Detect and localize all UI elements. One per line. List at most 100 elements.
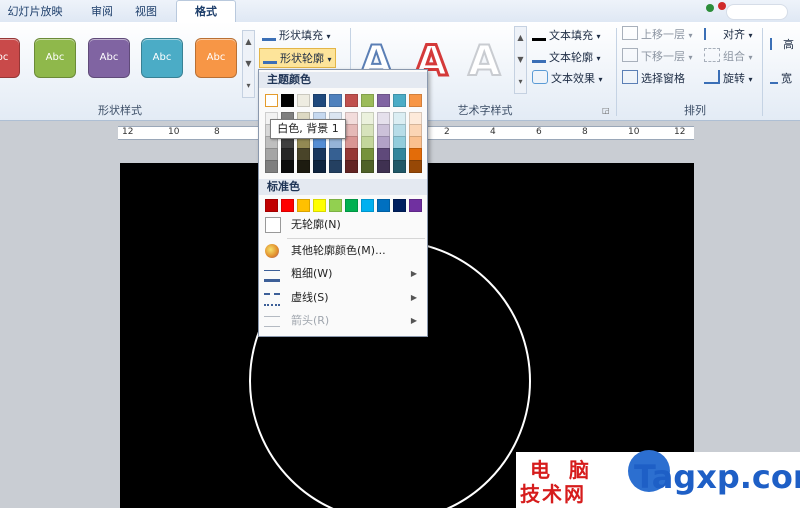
ribbon-separator bbox=[616, 28, 617, 116]
standard-colors-header: 标准色 bbox=[259, 179, 427, 195]
group-label-shape-styles: 形状样式 bbox=[98, 104, 142, 117]
theme-color-shade-cell[interactable] bbox=[313, 160, 326, 173]
theme-color-cell[interactable] bbox=[345, 94, 358, 107]
theme-color-cell[interactable] bbox=[329, 94, 342, 107]
scroll-up-icon[interactable]: ▲ bbox=[515, 27, 526, 49]
standard-color-cell[interactable] bbox=[329, 199, 342, 212]
width-icon bbox=[770, 70, 778, 84]
shape-style-swatch-2[interactable]: Abc bbox=[34, 38, 76, 78]
theme-color-cell[interactable] bbox=[281, 94, 294, 107]
shape-styles-gallery-scroll[interactable]: ▲ ▼ ▾ bbox=[242, 30, 255, 98]
weight-item[interactable]: 粗细(W) ▶ bbox=[259, 263, 427, 285]
theme-color-shade-cell[interactable] bbox=[265, 160, 278, 173]
menu-separator bbox=[287, 238, 425, 239]
arrows-item[interactable]: 箭头(R) ▶ bbox=[259, 310, 427, 332]
theme-color-shade-cell[interactable] bbox=[377, 160, 390, 173]
no-outline-item[interactable]: 无轮廓(N) bbox=[259, 214, 427, 236]
theme-color-shade-cell[interactable] bbox=[281, 160, 294, 173]
group-label-arrange: 排列 bbox=[684, 104, 706, 117]
ruler-label: 8 bbox=[214, 127, 220, 137]
arrow-style-icon bbox=[264, 316, 280, 327]
paint-bucket-icon bbox=[262, 26, 276, 41]
selection-pane-button[interactable]: 选择窗格 bbox=[622, 70, 685, 88]
site-watermark: 电 脑 技术网 Tagxp.com bbox=[516, 450, 800, 508]
theme-color-cell[interactable] bbox=[409, 94, 422, 107]
shape-style-swatch-3[interactable]: Abc bbox=[88, 38, 130, 78]
wordart-style-3[interactable]: A bbox=[467, 35, 501, 86]
selection-pane-icon bbox=[622, 70, 638, 84]
submenu-arrow-icon: ▶ bbox=[410, 316, 417, 325]
rotate-button[interactable]: 旋转 ▾ bbox=[704, 70, 753, 88]
align-button[interactable]: 对齐 ▾ bbox=[704, 26, 753, 44]
theme-color-cell[interactable] bbox=[297, 94, 310, 107]
ribbon-separator bbox=[762, 28, 763, 116]
text-effects-button[interactable]: 文本效果 ▾ bbox=[532, 70, 603, 88]
color-tooltip: 白色, 背景 1 bbox=[270, 119, 346, 139]
standard-color-cell[interactable] bbox=[345, 199, 358, 212]
text-outline-icon bbox=[532, 48, 546, 63]
theme-color-shade-cell[interactable] bbox=[345, 160, 358, 173]
theme-color-cell[interactable] bbox=[265, 94, 278, 107]
gallery-expand-icon[interactable]: ▾ bbox=[515, 71, 526, 93]
shape-width-control[interactable]: 宽 bbox=[770, 70, 792, 88]
more-outline-colors-item[interactable]: 其他轮廓颜色(M)... bbox=[259, 240, 427, 262]
shape-height-control[interactable]: 高 bbox=[770, 36, 794, 54]
standard-color-cell[interactable] bbox=[281, 199, 294, 212]
ruler-label: 10 bbox=[168, 127, 180, 137]
tab-format[interactable]: 格式 bbox=[176, 0, 236, 23]
bring-forward-button[interactable]: 上移一层 ▾ bbox=[622, 26, 693, 44]
standard-color-cell[interactable] bbox=[393, 199, 406, 212]
shape-style-swatch-5[interactable]: Abc bbox=[195, 38, 237, 78]
standard-color-cell[interactable] bbox=[409, 199, 422, 212]
dashes-item[interactable]: 虚线(S) ▶ bbox=[259, 287, 427, 309]
ruler-label: 10 bbox=[628, 127, 640, 137]
theme-color-cell[interactable] bbox=[361, 94, 374, 107]
ruler-label: 4 bbox=[490, 127, 496, 137]
submenu-arrow-icon: ▶ bbox=[410, 293, 417, 302]
standard-color-cell[interactable] bbox=[361, 199, 374, 212]
theme-color-shade-cell[interactable] bbox=[329, 160, 342, 173]
bring-forward-icon bbox=[622, 26, 638, 40]
watermark-line-2: 技术网 bbox=[520, 482, 586, 506]
shape-style-swatch-1[interactable]: Abc bbox=[0, 38, 20, 78]
theme-color-shade-cell[interactable] bbox=[409, 160, 422, 173]
standard-color-cell[interactable] bbox=[297, 199, 310, 212]
theme-color-cell[interactable] bbox=[393, 94, 406, 107]
theme-color-cell[interactable] bbox=[377, 94, 390, 107]
text-fill-icon bbox=[532, 26, 546, 41]
tab-slideshow[interactable]: 幻灯片放映 bbox=[2, 3, 68, 21]
ruler-label: 8 bbox=[582, 127, 588, 137]
group-icon bbox=[704, 48, 720, 62]
gallery-expand-icon[interactable]: ▾ bbox=[243, 75, 254, 97]
send-backward-icon bbox=[622, 48, 638, 62]
ruler-label: 12 bbox=[674, 127, 686, 137]
standard-color-cell[interactable] bbox=[265, 199, 278, 212]
no-outline-icon bbox=[265, 217, 281, 233]
send-backward-button[interactable]: 下移一层 ▾ bbox=[622, 48, 693, 66]
shape-style-swatch-4[interactable]: Abc bbox=[141, 38, 183, 78]
ribbon-tab-bar: 幻灯片放映 审阅 视图 格式 bbox=[0, 0, 800, 23]
text-effects-icon bbox=[532, 70, 548, 84]
text-fill-button[interactable]: 文本填充 ▾ bbox=[532, 26, 601, 44]
rotate-icon bbox=[704, 70, 720, 84]
ruler-label: 2 bbox=[444, 127, 450, 137]
shape-outline-button[interactable]: 形状轮廓 ▾ bbox=[259, 48, 336, 68]
standard-color-cell[interactable] bbox=[377, 199, 390, 212]
theme-color-shade-cell[interactable] bbox=[393, 160, 406, 173]
shape-fill-button[interactable]: 形状填充 ▾ bbox=[262, 26, 331, 44]
pen-icon bbox=[263, 49, 277, 64]
scroll-up-icon[interactable]: ▲ bbox=[243, 31, 254, 53]
theme-color-shade-cell[interactable] bbox=[297, 160, 310, 173]
standard-color-cell[interactable] bbox=[313, 199, 326, 212]
ruler-label: 12 bbox=[122, 127, 134, 137]
group-button[interactable]: 组合 ▾ bbox=[704, 48, 753, 66]
tab-view[interactable]: 视图 bbox=[128, 3, 164, 21]
text-outline-button[interactable]: 文本轮廓 ▾ bbox=[532, 48, 601, 66]
wordart-gallery-scroll[interactable]: ▲ ▼ ▾ bbox=[514, 26, 527, 94]
tab-review[interactable]: 审阅 bbox=[84, 3, 120, 21]
scroll-down-icon[interactable]: ▼ bbox=[515, 49, 526, 71]
theme-color-cell[interactable] bbox=[313, 94, 326, 107]
theme-color-shade-cell[interactable] bbox=[361, 160, 374, 173]
scroll-down-icon[interactable]: ▼ bbox=[243, 53, 254, 75]
dialog-launcher-icon[interactable]: ◲ bbox=[602, 106, 610, 115]
